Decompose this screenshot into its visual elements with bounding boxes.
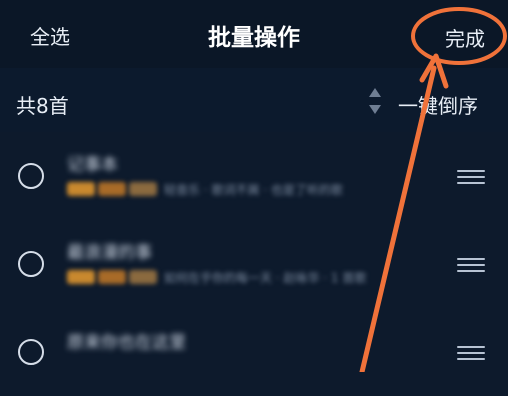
list-item[interactable]: 最浪漫的事 如何在乎你的每一天 · 赵咏华 · 1 首歌 (0, 220, 508, 308)
song-title: 原来你也在这里 (67, 333, 186, 353)
sort-updown-icon[interactable] (368, 86, 382, 116)
quality-tag (129, 270, 157, 284)
drag-handle-icon[interactable] (457, 170, 485, 184)
song-list: 记事本 轻音乐 · 歌词不屑 · 也是了听的歌 最浪漫的事 如何在乎你的每一天 … (0, 132, 508, 372)
quality-tag (98, 182, 126, 196)
list-item[interactable]: 记事本 轻音乐 · 歌词不屑 · 也是了听的歌 (0, 132, 508, 220)
reverse-order-button[interactable]: 一键倒序 (398, 90, 478, 119)
quality-tag (67, 182, 95, 196)
song-title: 记事本 (67, 155, 118, 175)
select-checkbox[interactable] (18, 339, 44, 365)
song-subtitle: 如何在乎你的每一天 · 赵咏华 · 1 首歌 (164, 271, 367, 285)
select-checkbox[interactable] (18, 251, 44, 277)
page-title: 批量操作 (208, 25, 300, 51)
drag-handle-icon[interactable] (457, 346, 485, 360)
song-count: 共8首 (16, 94, 69, 118)
list-toolbar: 共8首 一键倒序 (0, 68, 508, 132)
quality-tag (129, 182, 157, 196)
done-button[interactable]: 完成 (445, 23, 485, 52)
quality-tag (67, 270, 95, 284)
song-subtitle: 轻音乐 · 歌词不屑 · 也是了听的歌 (164, 183, 343, 197)
drag-handle-icon[interactable] (457, 258, 485, 272)
select-checkbox[interactable] (18, 163, 44, 189)
quality-tag (98, 270, 126, 284)
list-item[interactable]: 原来你也在这里 (0, 308, 508, 396)
song-title: 最浪漫的事 (67, 243, 152, 263)
top-bar: 全选 批量操作 完成 (0, 0, 508, 68)
